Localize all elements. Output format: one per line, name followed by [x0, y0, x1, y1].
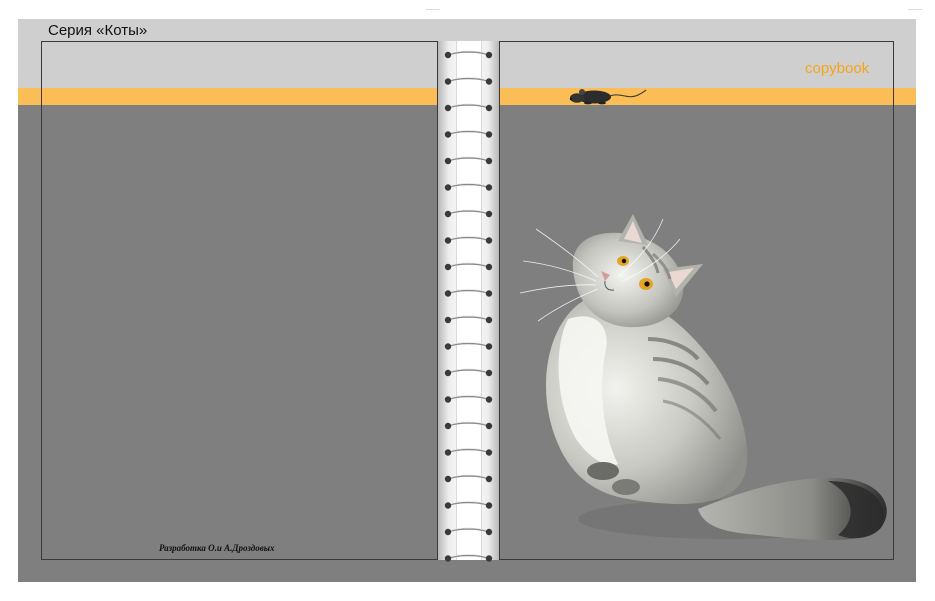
binding-ring: [444, 289, 493, 297]
series-title: Серия «Коты»: [48, 22, 148, 39]
spiral-binding-icon: [438, 41, 499, 562]
binding-ring: [444, 342, 493, 350]
binding-ring: [444, 527, 493, 536]
binding-ring: [444, 501, 493, 509]
binding-ring: [444, 315, 493, 324]
binding-ring: [444, 77, 493, 85]
brand-label: copybook: [805, 60, 870, 77]
binding-ring: [444, 183, 493, 191]
binding-ring: [444, 103, 493, 112]
fluffy-cat-icon: [519, 214, 887, 541]
credit-line: Разработка О.и А.Дроздовых: [159, 543, 275, 553]
crop-mark: [908, 9, 922, 10]
binding-ring: [444, 130, 493, 138]
binding-ring: [444, 262, 493, 271]
binding-ring: [444, 474, 493, 483]
mouse-icon: [569, 89, 647, 105]
binding-ring: [444, 209, 493, 218]
back-cover-frame: [41, 41, 438, 560]
binding-ring: [444, 395, 493, 403]
binding-ring: [444, 368, 493, 377]
binding-ring: [444, 421, 493, 430]
crop-mark: [426, 9, 440, 10]
binding-ring: [444, 50, 493, 59]
notebook-cover: Серия «Коты» copybook Разработка О.и А.Д…: [18, 19, 916, 582]
binding-ring: [444, 448, 493, 456]
binding-ring: [444, 236, 493, 244]
binding-ring: [444, 554, 493, 562]
binding-ring: [444, 156, 493, 165]
